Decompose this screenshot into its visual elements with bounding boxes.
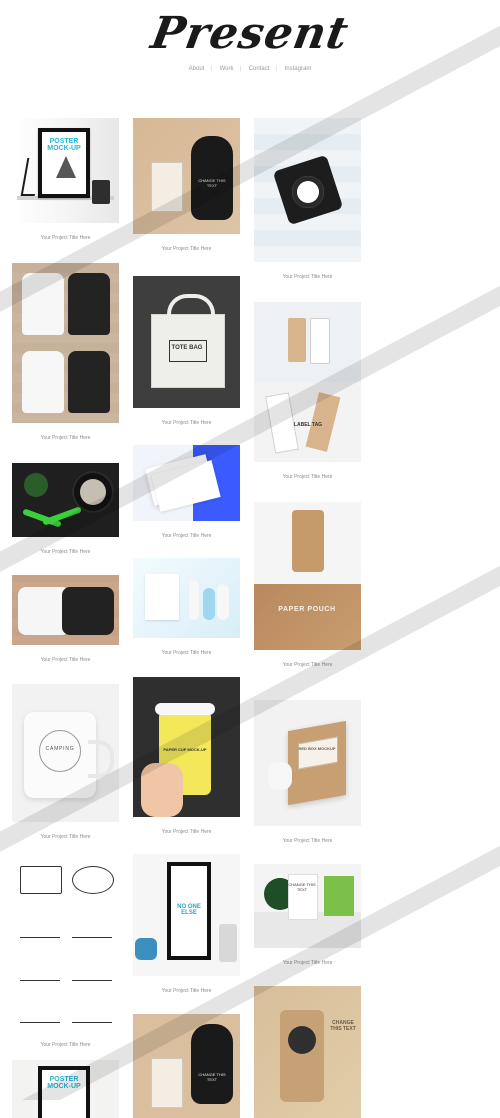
thumb-text: CHANGE THIS TEXT: [330, 1020, 356, 1032]
nav-work[interactable]: Work: [220, 66, 234, 72]
portfolio-item-bag-and-cards-2[interactable]: CHANGE THIS TEXT: [133, 1014, 240, 1118]
thumb-bag-and-cards-2: CHANGE THIS TEXT: [133, 1014, 240, 1118]
portfolio-item-long-sleeves[interactable]: Your Project Title Here: [12, 575, 119, 663]
thumb-long-sleeves: [12, 575, 119, 645]
thumb-coffee-cup: PAPER CUP MOCK-UP: [133, 677, 240, 817]
portfolio-item-paper-bag[interactable]: CHANGE THIS TEXT: [254, 986, 361, 1118]
thumb-bag-and-cards: CHANGE THIS TEXT: [133, 118, 240, 234]
project-caption: Your Project Title Here: [161, 420, 212, 426]
thumb-poster-mockup: POSTER MOCK-UP: [12, 118, 119, 223]
thumb-text: CAMPING: [45, 746, 75, 752]
thumb-pouch: PAPER POUCH: [254, 502, 361, 650]
project-caption: Your Project Title Here: [161, 829, 212, 835]
top-nav: About | Work | Contact | Instagram: [0, 66, 500, 72]
thumb-text: POSTER MOCK-UP: [47, 138, 81, 152]
project-caption: Your Project Title Here: [161, 533, 212, 539]
thumb-text: RED BOX MOCKUP: [298, 746, 336, 751]
thumb-text: CHANGE THIS TEXT: [198, 178, 226, 188]
portfolio-item-pouch[interactable]: PAPER POUCH Your Project Title Here: [254, 502, 361, 668]
project-caption: Your Project Title Here: [40, 435, 91, 441]
thumb-cosmetics: [133, 558, 240, 638]
project-caption: Your Project Title Here: [282, 838, 333, 844]
thumb-camping-mug: CAMPING: [12, 684, 119, 822]
thumb-text: TOTE BAG: [171, 345, 203, 351]
thumb-text: NO ONE ELSE: [177, 904, 201, 916]
project-caption: Your Project Title Here: [40, 549, 91, 555]
portfolio-item-poster-mockup[interactable]: POSTER MOCK-UP Your Project Title Here: [12, 118, 119, 241]
thumb-text: CHANGE THIS TEXT: [198, 1072, 226, 1082]
thumb-text: PAPER CUP MOCK-UP: [163, 747, 207, 752]
nav-separator: |: [239, 66, 242, 72]
project-caption: Your Project Title Here: [282, 960, 333, 966]
thumb-camera: [254, 118, 361, 262]
project-caption: Your Project Title Here: [40, 1042, 91, 1048]
thumb-tank-tops: [12, 263, 119, 423]
portfolio-item-framed-print[interactable]: NO ONE ELSE Your Project Title Here: [133, 854, 240, 994]
nav-separator: |: [275, 66, 277, 72]
portfolio-grid: POSTER MOCK-UP Your Project Title Here Y…: [12, 118, 362, 1118]
portfolio-item-camera[interactable]: Your Project Title Here: [254, 118, 361, 280]
nav-about[interactable]: About: [189, 66, 205, 72]
portfolio-item-box[interactable]: RED BOX MOCKUP Your Project Title Here: [254, 700, 361, 844]
project-caption: Your Project Title Here: [40, 834, 91, 840]
portfolio-item-business-cards[interactable]: Your Project Title Here: [133, 445, 240, 539]
thumb-tote-bag: TOTE BAG: [133, 276, 240, 408]
portfolio-item-food-scissors[interactable]: Your Project Title Here: [12, 463, 119, 555]
nav-separator: |: [210, 66, 212, 72]
portfolio-item-tank-tops[interactable]: Your Project Title Here: [12, 263, 119, 441]
thumb-label-tags: LABEL TAG: [254, 302, 361, 462]
project-caption: Your Project Title Here: [40, 657, 91, 663]
portfolio-item-label-tags[interactable]: LABEL TAG Your Project Title Here: [254, 302, 361, 480]
project-caption: Your Project Title Here: [282, 274, 333, 280]
portfolio-item-icon-set[interactable]: Your Project Title Here: [12, 854, 119, 1048]
thumb-framed-print: NO ONE ELSE: [133, 854, 240, 976]
thumb-icon-set: [12, 854, 119, 1030]
nav-instagram[interactable]: Instagram: [285, 66, 312, 72]
thumb-bonsai: CHANGE THIS TEXT: [254, 864, 361, 948]
thumb-poster-mockup-2: POSTER MOCK-UP: [12, 1060, 119, 1118]
portfolio-item-coffee-cup[interactable]: PAPER CUP MOCK-UP Your Project Title Her…: [133, 677, 240, 835]
portfolio-item-poster-mockup-2[interactable]: POSTER MOCK-UP: [12, 1060, 119, 1118]
thumb-business-cards: [133, 445, 240, 521]
project-caption: Your Project Title Here: [282, 474, 333, 480]
thumb-paper-bag: CHANGE THIS TEXT: [254, 986, 361, 1118]
site-logo[interactable]: Present: [0, 8, 500, 59]
thumb-box: RED BOX MOCKUP: [254, 700, 361, 826]
portfolio-item-camping-mug[interactable]: CAMPING Your Project Title Here: [12, 684, 119, 840]
portfolio-item-bonsai[interactable]: CHANGE THIS TEXT Your Project Title Here: [254, 864, 361, 966]
project-caption: Your Project Title Here: [282, 662, 333, 668]
project-caption: Your Project Title Here: [161, 988, 212, 994]
thumb-text: CHANGE THIS TEXT: [288, 882, 316, 892]
thumb-food-scissors: [12, 463, 119, 537]
thumb-text: PAPER POUCH: [278, 606, 336, 613]
portfolio-item-tote-bag[interactable]: TOTE BAG Your Project Title Here: [133, 276, 240, 426]
project-caption: Your Project Title Here: [161, 650, 212, 656]
nav-contact[interactable]: Contact: [249, 66, 270, 72]
portfolio-item-bag-and-cards[interactable]: CHANGE THIS TEXT Your Project Title Here: [133, 118, 240, 252]
project-caption: Your Project Title Here: [161, 246, 212, 252]
portfolio-item-cosmetics[interactable]: Your Project Title Here: [133, 558, 240, 656]
thumb-text: LABEL TAG: [293, 422, 323, 428]
thumb-text: POSTER MOCK-UP: [47, 1076, 81, 1090]
project-caption: Your Project Title Here: [40, 235, 91, 241]
